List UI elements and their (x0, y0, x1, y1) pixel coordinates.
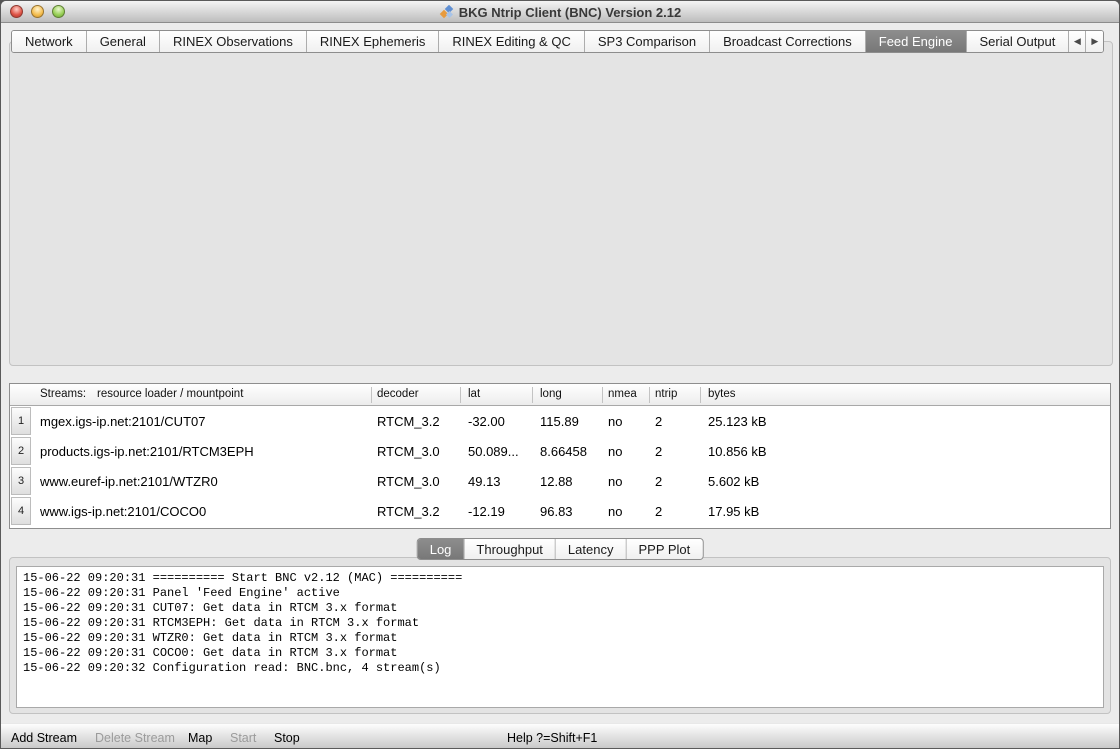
window-title: BKG Ntrip Client (BNC) Version 2.12 (459, 5, 681, 20)
title-bar: BKG Ntrip Client (BNC) Version 2.12 (1, 1, 1119, 23)
tab-log[interactable]: Log (418, 539, 465, 559)
tab-scroll-left-icon[interactable]: ◀ (1069, 31, 1086, 52)
header-streams: Streams: (40, 388, 86, 400)
tab-sp3-comparison[interactable]: SP3 Comparison (585, 31, 710, 52)
log-line: 15-06-22 09:20:31 CUT07: Get data in RTC… (23, 601, 1097, 616)
tab-rinex-ephemeris[interactable]: RINEX Ephemeris (307, 31, 439, 52)
header-decoder: decoder (377, 388, 419, 400)
log-line: 15-06-22 09:20:31 ========== Start BNC v… (23, 571, 1097, 586)
start-button: Start (230, 731, 256, 745)
help-shortcut-label: Help ?=Shift+F1 (507, 731, 597, 745)
tab-rinex-editing-qc[interactable]: RINEX Editing & QC (439, 31, 585, 52)
tab-scroll-right-icon[interactable]: ▶ (1086, 31, 1103, 52)
log-line: 15-06-22 09:20:32 Configuration read: BN… (23, 661, 1097, 676)
table-row[interactable]: mgex.igs-ip.net:2101/CUT07 RTCM_3.2 -32.… (10, 406, 1110, 436)
log-panel: 15-06-22 09:20:31 ========== Start BNC v… (9, 557, 1111, 714)
log-line: 15-06-22 09:20:31 WTZR0: Get data in RTC… (23, 631, 1097, 646)
header-ntrip: ntrip (655, 388, 677, 400)
tab-serial-output[interactable]: Serial Output (967, 31, 1070, 52)
app-window: BKG Ntrip Client (BNC) Version 2.12 Netw… (0, 0, 1120, 749)
header-lat: lat (468, 388, 480, 400)
add-stream-button[interactable]: Add Stream (11, 731, 77, 745)
header-long: long (540, 388, 562, 400)
tab-throughput[interactable]: Throughput (464, 539, 556, 559)
log-line: 15-06-22 09:20:31 RTCM3EPH: Get data in … (23, 616, 1097, 631)
streams-table-header: Streams: resource loader / mountpoint de… (10, 384, 1110, 406)
log-output[interactable]: 15-06-22 09:20:31 ========== Start BNC v… (16, 566, 1104, 708)
main-tab-bar: Network General RINEX Observations RINEX… (11, 30, 1104, 53)
tab-ppp-plot[interactable]: PPP Plot (626, 539, 702, 559)
table-row[interactable]: www.igs-ip.net:2101/COCO0 RTCM_3.2 -12.1… (10, 496, 1110, 526)
feed-engine-panel (9, 41, 1113, 366)
map-button[interactable]: Map (188, 731, 212, 745)
tab-feed-engine[interactable]: Feed Engine (866, 31, 967, 52)
header-nmea: nmea (608, 388, 637, 400)
tab-broadcast-corrections[interactable]: Broadcast Corrections (710, 31, 866, 52)
tab-network[interactable]: Network (12, 31, 87, 52)
table-row[interactable]: www.euref-ip.net:2101/WTZR0 RTCM_3.0 49.… (10, 466, 1110, 496)
log-line: 15-06-22 09:20:31 COCO0: Get data in RTC… (23, 646, 1097, 661)
log-line: 15-06-22 09:20:31 Panel 'Feed Engine' ac… (23, 586, 1097, 601)
bottom-toolbar: Add Stream Delete Stream Map Start Stop … (1, 723, 1119, 749)
tab-rinex-observations[interactable]: RINEX Observations (160, 31, 307, 52)
header-bytes: bytes (708, 388, 736, 400)
table-row[interactable]: products.igs-ip.net:2101/RTCM3EPH RTCM_3… (10, 436, 1110, 466)
log-tab-bar: Log Throughput Latency PPP Plot (417, 538, 704, 560)
tab-latency[interactable]: Latency (556, 539, 627, 559)
bnc-app-icon (439, 5, 454, 20)
header-mountpoint: resource loader / mountpoint (97, 388, 243, 400)
delete-stream-button: Delete Stream (95, 731, 175, 745)
tab-general[interactable]: General (87, 31, 160, 52)
stop-button[interactable]: Stop (274, 731, 300, 745)
streams-table[interactable]: Streams: resource loader / mountpoint de… (9, 383, 1111, 529)
